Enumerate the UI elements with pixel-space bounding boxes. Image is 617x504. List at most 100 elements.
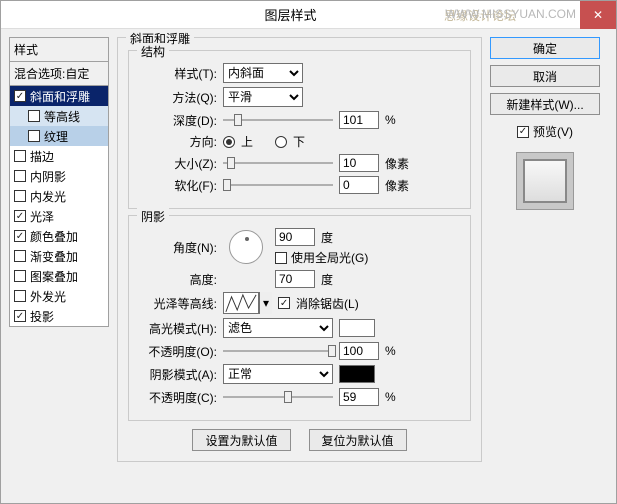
- cancel-button[interactable]: 取消: [490, 65, 600, 87]
- shadow-opacity-input[interactable]: [339, 388, 379, 406]
- style-item[interactable]: 描边: [10, 146, 108, 166]
- style-item[interactable]: 外发光: [10, 286, 108, 306]
- style-item-label: 外发光: [30, 288, 66, 305]
- angle-dial[interactable]: [229, 230, 263, 264]
- chevron-down-icon[interactable]: ▾: [259, 292, 272, 314]
- style-checkbox[interactable]: [14, 90, 26, 102]
- highlight-mode-select[interactable]: 滤色: [223, 318, 333, 338]
- titlebar: 图层样式 思缘设计论坛 WWW.MISSYUAN.COM ✕: [1, 1, 616, 29]
- style-item[interactable]: 投影: [10, 306, 108, 326]
- altitude-label: 高度:: [139, 271, 217, 288]
- blend-options-item[interactable]: 混合选项:自定: [9, 61, 109, 86]
- shadow-legend: 阴影: [137, 208, 169, 225]
- shadow-color-swatch[interactable]: [339, 365, 375, 383]
- style-item[interactable]: 斜面和浮雕: [10, 86, 108, 106]
- style-item-label: 内发光: [30, 188, 66, 205]
- right-panel: 确定 取消 新建样式(W)... 预览(V): [490, 37, 600, 495]
- style-item[interactable]: 光泽: [10, 206, 108, 226]
- styles-sidebar: 样式 混合选项:自定 斜面和浮雕等高线纹理描边内阴影内发光光泽颜色叠加渐变叠加图…: [9, 37, 109, 495]
- style-item-label: 图案叠加: [30, 268, 78, 285]
- angle-unit: 度: [321, 229, 333, 246]
- bevel-emboss-group: 斜面和浮雕 结构 样式(T): 内斜面 方法(Q): 平滑 深度(D):: [117, 37, 482, 462]
- size-slider[interactable]: [223, 154, 333, 172]
- style-item[interactable]: 内阴影: [10, 166, 108, 186]
- ok-button[interactable]: 确定: [490, 37, 600, 59]
- highlight-opacity-input[interactable]: [339, 342, 379, 360]
- direction-up-radio[interactable]: [223, 136, 235, 148]
- depth-input[interactable]: [339, 111, 379, 129]
- close-icon: ✕: [593, 8, 603, 22]
- reset-default-button[interactable]: 复位为默认值: [309, 429, 407, 451]
- style-checkbox[interactable]: [14, 310, 26, 322]
- antialias-label: 消除锯齿(L): [296, 295, 359, 312]
- highlight-opacity-slider[interactable]: [223, 342, 333, 360]
- size-input[interactable]: [339, 154, 379, 172]
- size-unit: 像素: [385, 155, 411, 172]
- center-panel: 斜面和浮雕 结构 样式(T): 内斜面 方法(Q): 平滑 深度(D):: [117, 37, 482, 495]
- preview-thumbnail: [516, 152, 574, 210]
- style-item[interactable]: 纹理: [10, 126, 108, 146]
- depth-label: 深度(D):: [139, 112, 217, 129]
- shadow-group: 阴影 角度(N): 度 使用全局光(G): [128, 215, 471, 421]
- style-item[interactable]: 内发光: [10, 186, 108, 206]
- style-checkbox[interactable]: [28, 130, 40, 142]
- shadow-opacity-slider[interactable]: [223, 388, 333, 406]
- style-item-label: 纹理: [44, 128, 68, 145]
- depth-slider[interactable]: [223, 111, 333, 129]
- soften-unit: 像素: [385, 177, 411, 194]
- style-item-label: 光泽: [30, 208, 54, 225]
- style-checkbox[interactable]: [14, 170, 26, 182]
- style-checkbox[interactable]: [14, 190, 26, 202]
- size-label: 大小(Z):: [139, 155, 217, 172]
- angle-input[interactable]: [275, 228, 315, 246]
- structure-group: 结构 样式(T): 内斜面 方法(Q): 平滑 深度(D): %: [128, 50, 471, 209]
- new-style-button[interactable]: 新建样式(W)...: [490, 93, 600, 115]
- make-default-button[interactable]: 设置为默认值: [192, 429, 290, 451]
- soften-label: 软化(F):: [139, 177, 217, 194]
- direction-down-label: 下: [293, 133, 305, 150]
- altitude-input[interactable]: [275, 270, 315, 288]
- direction-label: 方向:: [139, 133, 217, 150]
- style-item-label: 渐变叠加: [30, 248, 78, 265]
- watermark-text: WWW.MISSYUAN.COM: [445, 7, 576, 21]
- method-select[interactable]: 平滑: [223, 87, 303, 107]
- style-checkbox[interactable]: [14, 210, 26, 222]
- global-light-checkbox[interactable]: [275, 252, 287, 264]
- style-select[interactable]: 内斜面: [223, 63, 303, 83]
- style-item[interactable]: 颜色叠加: [10, 226, 108, 246]
- style-checkbox[interactable]: [14, 230, 26, 242]
- style-item[interactable]: 等高线: [10, 106, 108, 126]
- direction-up-label: 上: [241, 133, 253, 150]
- antialias-checkbox[interactable]: [278, 297, 290, 309]
- soften-slider[interactable]: [223, 176, 333, 194]
- style-checkbox[interactable]: [14, 290, 26, 302]
- close-button[interactable]: ✕: [580, 1, 616, 29]
- style-item-label: 描边: [30, 148, 54, 165]
- depth-unit: %: [385, 113, 411, 127]
- highlight-opacity-unit: %: [385, 344, 411, 358]
- style-item-label: 等高线: [44, 108, 80, 125]
- structure-legend: 结构: [137, 43, 169, 60]
- style-item-label: 颜色叠加: [30, 228, 78, 245]
- style-checkbox[interactable]: [14, 250, 26, 262]
- style-item-label: 投影: [30, 308, 54, 325]
- style-label: 样式(T):: [139, 65, 217, 82]
- style-item[interactable]: 渐变叠加: [10, 246, 108, 266]
- gloss-contour-label: 光泽等高线:: [139, 295, 217, 312]
- highlight-opacity-label: 不透明度(O):: [139, 343, 217, 360]
- shadow-mode-select[interactable]: 正常: [223, 364, 333, 384]
- style-checkbox[interactable]: [14, 270, 26, 282]
- highlight-color-swatch[interactable]: [339, 319, 375, 337]
- style-list: 斜面和浮雕等高线纹理描边内阴影内发光光泽颜色叠加渐变叠加图案叠加外发光投影: [9, 86, 109, 327]
- style-checkbox[interactable]: [28, 110, 40, 122]
- gloss-contour-picker[interactable]: [223, 292, 259, 314]
- style-item[interactable]: 图案叠加: [10, 266, 108, 286]
- global-light-label: 使用全局光(G): [291, 249, 368, 266]
- preview-checkbox[interactable]: [517, 126, 529, 138]
- sidebar-header: 样式: [9, 37, 109, 61]
- soften-input[interactable]: [339, 176, 379, 194]
- style-checkbox[interactable]: [14, 150, 26, 162]
- direction-down-radio[interactable]: [275, 136, 287, 148]
- layer-style-dialog: 图层样式 思缘设计论坛 WWW.MISSYUAN.COM ✕ 样式 混合选项:自…: [0, 0, 617, 504]
- shadow-mode-label: 阴影模式(A):: [139, 366, 217, 383]
